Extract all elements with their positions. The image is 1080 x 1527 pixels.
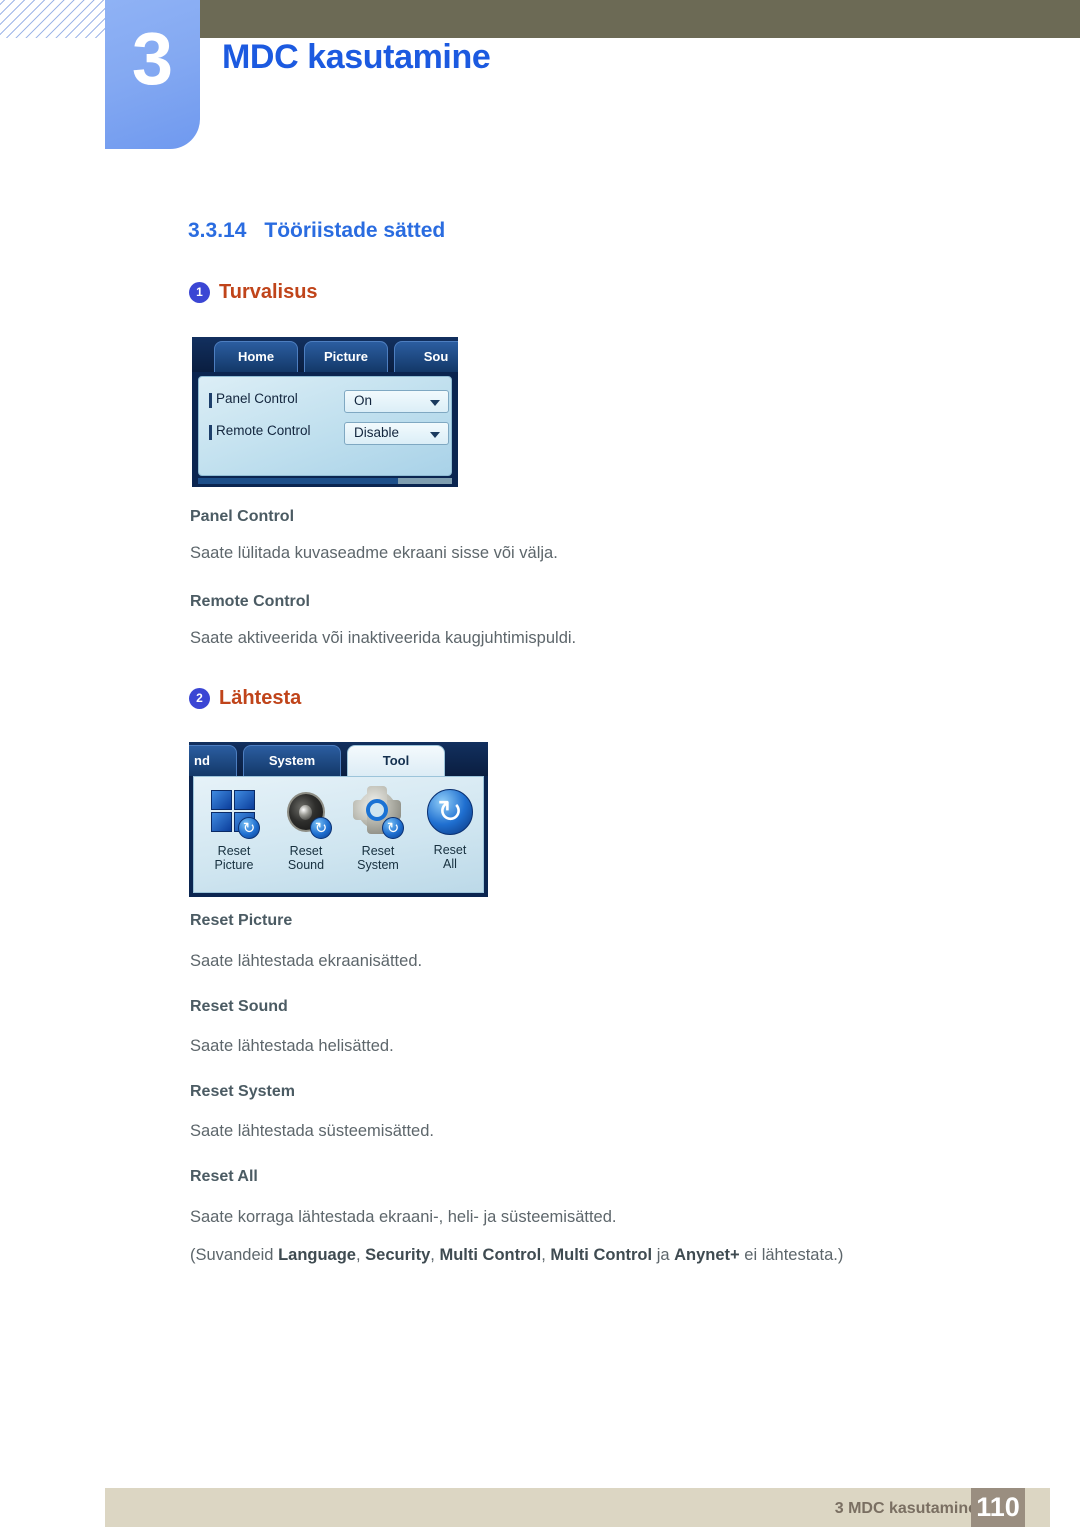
panel-control-value: On <box>354 393 373 408</box>
entry-text-remote-control: Saate aktiveerida või inaktiveerida kaug… <box>190 629 577 647</box>
section-number: 3.3.14 <box>188 219 247 242</box>
refresh-icon: ↻ <box>382 817 404 839</box>
page-number: 110 <box>971 1488 1025 1527</box>
callout-badge-1: 1 <box>189 282 210 303</box>
screenshot-reset-tool: nd System Tool ↻ Reset Picture ↻ Reset S… <box>189 742 488 897</box>
tab-sound[interactable]: Sou <box>394 341 458 372</box>
chevron-down-icon <box>430 400 440 406</box>
reset-all-icon: ↻ <box>423 789 477 839</box>
reset-system-button[interactable]: ↻ Reset System <box>342 786 414 872</box>
tab-home[interactable]: Home <box>214 341 298 372</box>
screenshot-security: Home Picture Sou Panel Control On Remote… <box>192 337 458 487</box>
entry-heading-reset-sound: Reset Sound <box>190 998 288 1015</box>
entry-text-reset-sound: Saate lähtestada helisätted. <box>190 1037 394 1055</box>
reset-system-label: Reset System <box>357 844 399 872</box>
header-olive-bar <box>193 0 1080 38</box>
entry-text-reset-all: Saate korraga lähtestada ekraani-, heli-… <box>190 1208 617 1226</box>
reset-picture-label: Reset Picture <box>214 844 254 872</box>
tab-tool[interactable]: Tool <box>347 745 445 776</box>
tab-sound[interactable]: nd <box>189 745 237 776</box>
callout-turvalisus: 1 Turvalisus <box>189 281 318 304</box>
remote-control-value: Disable <box>354 425 400 440</box>
note-term-multi-control-2: Multi Control <box>550 1246 653 1264</box>
bullet-icon <box>209 393 212 408</box>
horizontal-scrollbar[interactable] <box>198 478 452 484</box>
refresh-icon: ↻ <box>238 817 260 839</box>
callout-label-1: Turvalisus <box>219 281 318 303</box>
reset-all-label: Reset All <box>433 843 467 871</box>
note-prefix: (Suvandeid <box>190 1246 279 1264</box>
note-term-security: Security <box>365 1246 431 1264</box>
tool-tabbar: nd System Tool <box>189 742 488 776</box>
entry-heading-reset-all: Reset All <box>190 1168 258 1185</box>
reset-system-icon: ↻ <box>351 786 405 840</box>
remote-control-label: Remote Control <box>216 423 311 438</box>
entry-text-reset-picture: Saate lähtestada ekraanisätted. <box>190 952 423 970</box>
note-term-multi-control-1: Multi Control <box>439 1246 542 1264</box>
entry-heading-reset-system: Reset System <box>190 1083 295 1100</box>
refresh-icon: ↻ <box>310 817 332 839</box>
security-tabbar: Home Picture Sou <box>192 337 458 372</box>
entry-heading-reset-picture: Reset Picture <box>190 912 293 929</box>
note-suffix: ei lähtestata.) <box>739 1246 844 1264</box>
tab-picture[interactable]: Picture <box>304 341 388 372</box>
manual-page: 3 MDC kasutamine 3.3.14 Tööriistade sätte… <box>0 0 1080 1527</box>
note-paragraph: (Suvandeid Language, Security, Multi Con… <box>190 1246 843 1265</box>
reset-picture-icon: ↻ <box>207 790 261 840</box>
entry-heading-remote-control: Remote Control <box>190 593 310 610</box>
chapter-title: MDC kasutamine <box>222 38 491 76</box>
note-sep-1: , <box>356 1246 366 1264</box>
reset-picture-button[interactable]: ↻ Reset Picture <box>198 787 270 872</box>
note-term-anynet: Anynet+ <box>674 1246 740 1264</box>
chevron-down-icon <box>430 432 440 438</box>
bullet-icon <box>209 425 212 440</box>
panel-control-label: Panel Control <box>216 391 298 406</box>
scrollbar-thumb[interactable] <box>198 478 398 484</box>
note-sep-4: ja <box>652 1246 675 1264</box>
note-sep-3: , <box>541 1246 551 1264</box>
refresh-icon: ↻ <box>427 789 473 835</box>
remote-control-select[interactable]: Disable <box>344 422 449 445</box>
security-panel: Panel Control On Remote Control Disable <box>198 376 452 476</box>
entry-text-panel-control: Saate lülitada kuvaseadme ekraani sisse … <box>190 544 558 562</box>
section-title: Tööriistade sätted <box>264 219 446 242</box>
entry-heading-panel-control: Panel Control <box>190 508 295 525</box>
tab-system[interactable]: System <box>243 745 341 776</box>
reset-sound-icon: ↻ <box>279 790 333 840</box>
reset-all-button[interactable]: ↻ Reset All <box>414 787 486 871</box>
reset-sound-label: Reset Sound <box>287 844 325 872</box>
chapter-number: 3 <box>131 17 174 100</box>
callout-badge-2: 2 <box>189 688 210 709</box>
callout-lahtesta: 2 Lähtesta <box>189 687 301 710</box>
callout-label-2: Lähtesta <box>219 687 302 709</box>
reset-sound-button[interactable]: ↻ Reset Sound <box>270 787 342 872</box>
section-heading: 3.3.14 Tööriistade sätted <box>188 219 445 243</box>
hatch-decoration <box>0 0 106 38</box>
footer-chapter-label: 3 MDC kasutamine <box>834 1500 977 1517</box>
panel-control-select[interactable]: On <box>344 390 449 413</box>
tool-panel: ↻ Reset Picture ↻ Reset Sound ↻ Reset Sy… <box>193 776 484 893</box>
chapter-tab: 3 <box>105 0 200 149</box>
note-term-language: Language <box>278 1246 356 1264</box>
entry-text-reset-system: Saate lähtestada süsteemisätted. <box>190 1122 434 1140</box>
